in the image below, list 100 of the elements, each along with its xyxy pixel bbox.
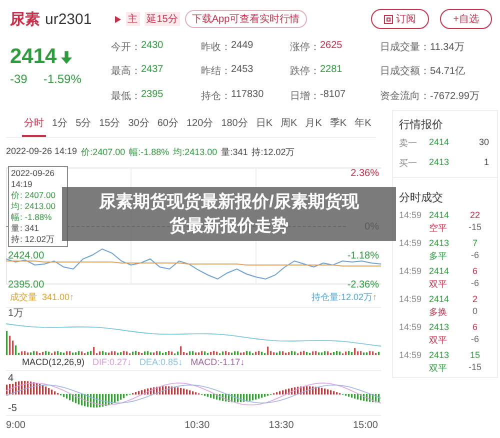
trade-price: 2413 bbox=[429, 238, 450, 248]
quote-value: 2395 bbox=[141, 88, 164, 102]
info-value: 幅:-1.88% bbox=[129, 146, 170, 159]
period-tab[interactable]: 1分 bbox=[50, 112, 70, 137]
down-arrow-icon bbox=[60, 50, 72, 64]
order-price: 2414 bbox=[429, 137, 450, 149]
volume-label: 成交量 341.00↑ bbox=[10, 291, 74, 304]
subscribe-icon bbox=[384, 14, 394, 24]
trade-price: 2414 bbox=[429, 294, 450, 304]
quote-label: 持仓： bbox=[201, 90, 231, 104]
trade-type: 多换 bbox=[429, 306, 448, 319]
trade-type: 双平 bbox=[429, 362, 448, 375]
product-name: 尿素 bbox=[10, 10, 40, 28]
info-value: 价:2407.00 bbox=[81, 146, 126, 159]
trade-type: 双平 bbox=[429, 334, 448, 347]
order-price: 2413 bbox=[429, 157, 450, 169]
percent-change: -1.59% bbox=[43, 72, 82, 86]
info-time: 2022-09-26 14:19 bbox=[6, 146, 78, 158]
quote-value: -7672.99万 bbox=[430, 90, 480, 104]
trade-time: 14:59 bbox=[399, 210, 423, 220]
quote-label: 资金流向： bbox=[380, 90, 430, 104]
period-tab[interactable]: 日K bbox=[254, 112, 275, 137]
quote-label: 最高： bbox=[111, 64, 141, 80]
axis-label: 1万 bbox=[7, 308, 25, 319]
period-tab[interactable]: 月K bbox=[303, 112, 324, 137]
info-value: 均:2413.00 bbox=[173, 146, 218, 159]
time-label: 15:00 bbox=[352, 420, 378, 431]
trade-volume: 6 bbox=[471, 266, 478, 276]
trade-change: -6 bbox=[470, 250, 480, 262]
quote-label: 最低： bbox=[111, 90, 141, 104]
period-tab[interactable]: 分时 bbox=[22, 112, 46, 137]
quote-value: 2453 bbox=[231, 64, 254, 78]
trade-change: -6 bbox=[470, 334, 480, 346]
quote-label: 昨收： bbox=[201, 41, 231, 55]
time-label: 13:30 bbox=[268, 420, 294, 431]
dea-value: DEA:0.85↓ bbox=[140, 357, 183, 367]
axis-label: 2424.00 bbox=[8, 250, 44, 262]
trade-type: 空平 bbox=[429, 222, 448, 235]
percent-label: 2.36% bbox=[350, 168, 379, 179]
axis-label: 2395.00 bbox=[8, 280, 44, 288]
add-watchlist-button[interactable]: +自选 bbox=[440, 9, 492, 29]
quote-value: 2625 bbox=[320, 40, 342, 53]
trade-price: 2414 bbox=[429, 266, 450, 276]
quote-value: 54.71亿 bbox=[430, 65, 466, 80]
period-tab[interactable]: 120分 bbox=[184, 112, 216, 137]
panel-title: 分时成交 bbox=[399, 190, 444, 205]
tooltip-text: 14:19 bbox=[11, 179, 34, 190]
trade-price: 2414 bbox=[429, 210, 450, 220]
axis-label: -5 bbox=[8, 403, 17, 414]
last-price: 2414 bbox=[10, 45, 57, 69]
quote-label: 今开： bbox=[111, 41, 141, 55]
trade-change: -15 bbox=[467, 222, 482, 234]
download-app-link[interactable]: 下载App可查看实时行情 bbox=[184, 10, 307, 28]
tag: 主 bbox=[126, 12, 140, 26]
trade-time: 14:59 bbox=[399, 294, 423, 304]
price-change: -39 bbox=[10, 72, 28, 86]
time-label: 9:00 bbox=[6, 420, 26, 431]
contract-code: ur2301 bbox=[45, 10, 92, 28]
period-tab[interactable]: 15分 bbox=[97, 112, 122, 137]
trade-volume: 7 bbox=[471, 238, 478, 248]
quote-value: -8107 bbox=[320, 88, 346, 102]
macd-label: MACD(12,26,9) bbox=[22, 357, 85, 367]
period-tab[interactable]: 5分 bbox=[74, 112, 94, 137]
axis-label: 4 bbox=[8, 373, 14, 384]
info-volume: 量:341 bbox=[221, 146, 248, 159]
trade-change: -6 bbox=[470, 278, 480, 290]
trade-type: 双平 bbox=[429, 278, 448, 291]
quote-label: 日增： bbox=[290, 90, 320, 104]
dif-value: DIF:0.27↓ bbox=[92, 357, 132, 367]
play-icon bbox=[114, 16, 121, 22]
quote-label: 昨结： bbox=[201, 64, 231, 80]
trade-time: 14:59 bbox=[399, 350, 423, 360]
tooltip-text: 幅: -1.88% bbox=[11, 212, 53, 223]
subscribe-button[interactable]: 订阅 bbox=[371, 9, 430, 29]
period-tab[interactable]: 周K bbox=[278, 112, 300, 137]
period-tab[interactable]: 60分 bbox=[155, 112, 180, 137]
period-tab[interactable]: 季K bbox=[328, 112, 349, 137]
order-volume: 1 bbox=[482, 157, 489, 169]
period-tab[interactable]: 年K bbox=[352, 112, 374, 137]
trade-volume: 15 bbox=[468, 350, 481, 360]
macd-value: MACD:-1.17↓ bbox=[190, 357, 245, 367]
quote-label: 日成交量： bbox=[380, 40, 430, 55]
quote-value: 117830 bbox=[231, 88, 264, 102]
quote-value: 2437 bbox=[141, 64, 164, 78]
tooltip-text: 2022-09-26 bbox=[11, 168, 56, 179]
time-label: 10:30 bbox=[184, 420, 210, 431]
trade-change: 0 bbox=[471, 306, 478, 318]
period-tab[interactable]: 30分 bbox=[126, 112, 152, 137]
trade-price: 2413 bbox=[429, 322, 450, 332]
quote-label: 跌停： bbox=[290, 64, 320, 80]
tag: 延15分 bbox=[144, 12, 180, 26]
open-interest-label: 持仓量:12.02万↑ bbox=[311, 291, 377, 304]
trade-volume: 6 bbox=[471, 322, 478, 332]
period-tab[interactable]: 180分 bbox=[219, 112, 250, 137]
panel-title: 行情报价 bbox=[399, 118, 444, 132]
percent-label: -2.36% bbox=[347, 280, 379, 288]
tooltip-text: 价: 2407.00 bbox=[11, 190, 56, 201]
trade-price: 2413 bbox=[429, 350, 450, 360]
tooltip-text: 持: 12.02万 bbox=[11, 234, 56, 245]
quote-label: 日成交额： bbox=[380, 64, 430, 80]
